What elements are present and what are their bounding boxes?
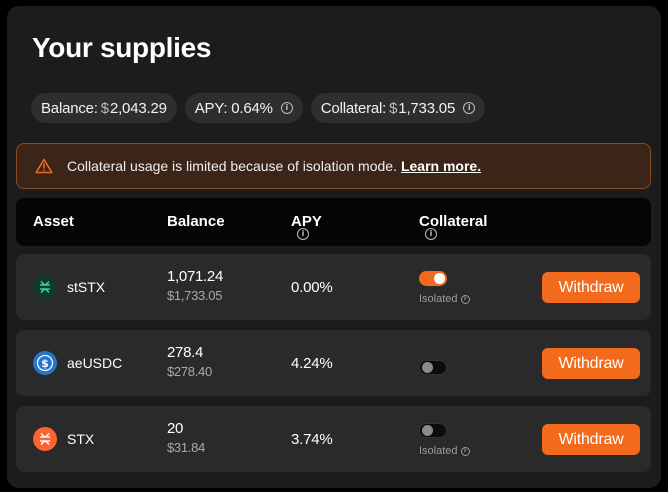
ststx-icon (33, 275, 57, 299)
collateral-cell: Isolated i (419, 423, 470, 457)
asset-name: STX (67, 431, 95, 447)
apy-value: 4.24% (291, 355, 333, 372)
table-row: stSTX 1,071.24 $1,733.05 0.00% Isolated … (16, 254, 651, 320)
page-title: Your supplies (32, 32, 212, 63)
usdc-icon: $ (33, 351, 57, 375)
learn-more-link[interactable]: Learn more. (401, 158, 481, 174)
header-apy-label: APY (291, 213, 322, 230)
toggle-knob (422, 362, 433, 373)
isolated-badge: Isolated i (419, 293, 470, 305)
info-icon[interactable]: i (425, 228, 437, 240)
withdraw-button[interactable]: Withdraw (542, 272, 640, 303)
supplies-panel: Your supplies Balance: $ 2,043.29 APY: 0… (7, 6, 661, 488)
collateral-currency: $ (389, 99, 398, 117)
isolated-label: Isolated (419, 445, 458, 457)
header-balance: Balance (167, 213, 225, 230)
svg-text:$: $ (41, 357, 49, 370)
header-collateral: Collateral i (419, 213, 487, 240)
apy-value: 0.00% (291, 279, 333, 296)
asset-name: aeUSDC (67, 355, 123, 371)
collateral-value: 1,733.05 (398, 99, 456, 117)
table-header: Asset Balance APY i Collateral i (16, 198, 651, 246)
toggle-knob (434, 273, 445, 284)
asset-cell: stSTX (33, 275, 105, 299)
info-icon[interactable]: i (463, 102, 476, 114)
asset-name: stSTX (67, 279, 106, 295)
balance-pill: Balance: $ 2,043.29 (31, 93, 177, 123)
info-icon[interactable]: i (297, 228, 309, 240)
header-asset: Asset (33, 213, 74, 230)
balance-usd: $278.40 (167, 364, 212, 379)
collateral-cell: Isolated i (419, 271, 470, 305)
balance-amount: 278.4 (167, 344, 204, 361)
collateral-toggle[interactable] (419, 360, 447, 375)
info-icon[interactable]: i (280, 102, 293, 114)
collateral-label: Collateral: (320, 99, 387, 117)
apy-pill: APY: 0.64% i (184, 93, 303, 123)
balance-currency: $ (100, 99, 109, 117)
info-icon[interactable]: i (460, 294, 470, 304)
toggle-knob (422, 425, 433, 436)
balance-value: 2,043.29 (109, 99, 167, 117)
asset-cell: STX (33, 427, 94, 451)
table-row: $ aeUSDC 278.4 $278.40 4.24% Withdraw (16, 330, 651, 396)
asset-cell: $ aeUSDC (33, 351, 122, 375)
balance-cell: 20 $31.84 (167, 420, 205, 455)
balance-amount: 1,071.24 (167, 268, 223, 285)
table-row: STX 20 $31.84 3.74% Isolated i Withdraw (16, 406, 651, 472)
apy-label: APY: 0.64% (194, 99, 273, 117)
collateral-toggle[interactable] (419, 423, 447, 438)
balance-cell: 278.4 $278.40 (167, 344, 212, 379)
info-icon[interactable]: i (460, 446, 470, 456)
summary-pills: Balance: $ 2,043.29 APY: 0.64% i Collate… (31, 93, 486, 123)
warning-icon (35, 158, 53, 174)
collateral-cell (419, 360, 447, 375)
balance-usd: $1,733.05 (167, 288, 223, 303)
balance-cell: 1,071.24 $1,733.05 (167, 268, 223, 303)
apy-value: 3.74% (291, 431, 333, 448)
isolated-label: Isolated (419, 293, 458, 305)
stx-icon (33, 427, 57, 451)
warning-text: Collateral usage is limited because of i… (67, 158, 397, 174)
isolation-warning: Collateral usage is limited because of i… (16, 143, 651, 189)
balance-amount: 20 (167, 420, 184, 437)
withdraw-button[interactable]: Withdraw (542, 424, 640, 455)
collateral-toggle[interactable] (419, 271, 447, 286)
withdraw-button[interactable]: Withdraw (542, 348, 640, 379)
collateral-pill: Collateral: $ 1,733.05 i (310, 93, 486, 123)
balance-usd: $31.84 (167, 440, 205, 455)
header-apy: APY i (291, 213, 322, 240)
isolated-badge: Isolated i (419, 445, 470, 457)
balance-label: Balance: (41, 99, 98, 117)
